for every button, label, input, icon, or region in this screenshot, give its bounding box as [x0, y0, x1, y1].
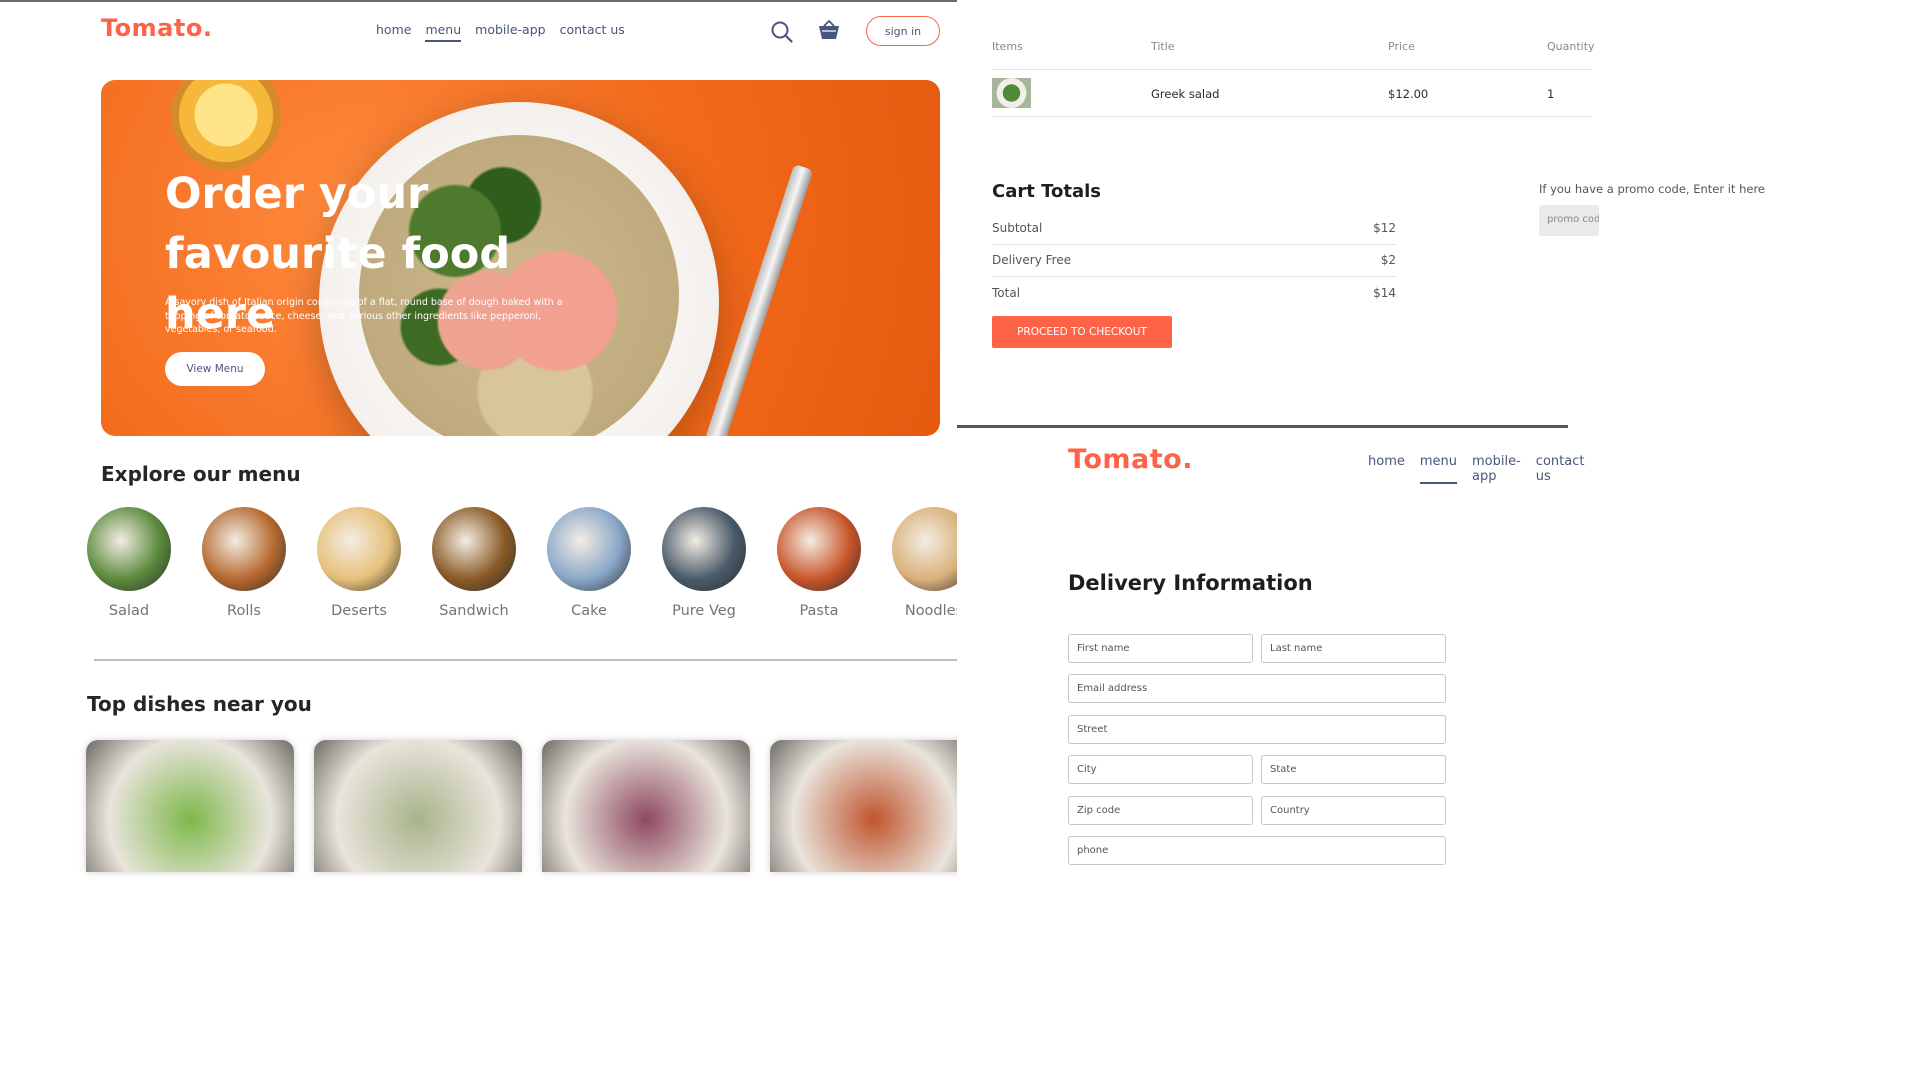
nav-menu[interactable]: menu: [1419, 454, 1457, 484]
col-items: Items: [992, 40, 1023, 53]
menu-category-image: [87, 507, 171, 591]
menu-category-label: Deserts: [331, 603, 387, 619]
fork-image: [704, 164, 814, 436]
menu-category-item[interactable]: Sandwich: [432, 507, 516, 619]
section-divider: [94, 659, 957, 661]
menu-category-label: Pure Veg: [672, 603, 736, 619]
subtotal-row: Subtotal $12: [992, 221, 1396, 235]
phone-field[interactable]: phone: [1068, 836, 1446, 865]
menu-category-item[interactable]: Noodles: [892, 507, 957, 619]
zip-code-field[interactable]: Zip code: [1068, 796, 1253, 825]
nav-menu[interactable]: menu: [425, 22, 462, 42]
menu-category-label: Salad: [108, 603, 150, 619]
menu-category-list: Salad Rolls Deserts Sandwich Cake Pure Veg Pas…: [87, 507, 957, 619]
delivery-fee-row: Delivery Free $2: [992, 253, 1396, 267]
menu-category-image: [317, 507, 401, 591]
cart-divider: [992, 69, 1592, 70]
subtotal-label: Subtotal: [992, 221, 1043, 235]
nav-home[interactable]: home: [1368, 454, 1405, 484]
basket-icon[interactable]: [815, 16, 843, 44]
menu-category-label: Pasta: [799, 603, 839, 619]
state-field[interactable]: State: [1261, 755, 1446, 784]
nav-mobile-app[interactable]: mobile-app: [475, 22, 545, 42]
dish-card-image[interactable]: [314, 740, 522, 872]
totals-divider: [992, 276, 1396, 277]
street-field[interactable]: Street: [1068, 715, 1446, 744]
top-dishes-title: Top dishes near you: [87, 692, 312, 716]
menu-category-item[interactable]: Deserts: [317, 507, 401, 619]
nav-home[interactable]: home: [376, 22, 411, 42]
menu-category-label: Sandwich: [439, 603, 509, 619]
nav-contact-us[interactable]: contact us: [1536, 454, 1585, 484]
menu-category-item[interactable]: Pasta: [777, 507, 861, 619]
lemon-image: [171, 80, 281, 170]
city-field[interactable]: City: [1068, 755, 1253, 784]
cart-page-screenshot: Items Title Price Quantity Greek salad $…: [957, 0, 1765, 425]
proceed-to-checkout-button[interactable]: PROCEED TO CHECKOUT: [992, 316, 1172, 348]
first-name-field[interactable]: First name: [1068, 634, 1253, 663]
country-field[interactable]: Country: [1261, 796, 1446, 825]
search-icon[interactable]: [768, 18, 796, 46]
cart-item-quantity: 1: [1547, 87, 1555, 101]
cart-item-title: Greek salad: [1151, 87, 1220, 101]
menu-category-item[interactable]: Cake: [547, 507, 631, 619]
delivery-fee-label: Delivery Free: [992, 253, 1072, 267]
totals-divider: [992, 244, 1396, 245]
main-nav: home menu mobile-app contact us: [376, 22, 625, 42]
delivery-fee-value: $2: [1380, 253, 1396, 267]
menu-category-image: [547, 507, 631, 591]
menu-category-item[interactable]: Pure Veg: [662, 507, 746, 619]
dish-card-image[interactable]: [770, 740, 957, 872]
menu-category-image: [432, 507, 516, 591]
nav-contact-us[interactable]: contact us: [560, 22, 625, 42]
last-name-field[interactable]: Last name: [1261, 634, 1446, 663]
col-quantity: Quantity: [1547, 40, 1595, 53]
dish-card-image[interactable]: [86, 740, 294, 872]
cart-totals-title: Cart Totals: [992, 181, 1101, 202]
menu-category-image: [662, 507, 746, 591]
delivery-page-screenshot: Tomato. home menu mobile-app contact us …: [957, 425, 1584, 884]
view-menu-button[interactable]: View Menu: [165, 352, 265, 386]
menu-category-item[interactable]: Rolls: [202, 507, 286, 619]
menu-category-label: Cake: [571, 603, 607, 619]
sign-in-button[interactable]: sign in: [866, 16, 940, 46]
menu-category-image: [202, 507, 286, 591]
promo-text: If you have a promo code, Enter it here: [1539, 182, 1766, 196]
total-row: Total $14: [992, 286, 1396, 300]
menu-category-image: [892, 507, 957, 591]
subtotal-value: $12: [1373, 221, 1396, 235]
cart-divider: [992, 116, 1592, 117]
hero-banner: Order your favourite food here A savory d…: [101, 80, 940, 436]
promo-code-input[interactable]: promo code: [1539, 205, 1599, 236]
total-label: Total: [992, 286, 1021, 300]
menu-category-image: [777, 507, 861, 591]
delivery-info-title: Delivery Information: [1068, 571, 1313, 595]
menu-category-label: Rolls: [227, 603, 261, 619]
home-page-screenshot: Tomato. home menu mobile-app contact us …: [0, 0, 957, 884]
col-title: Title: [1151, 40, 1175, 53]
tomato-logo[interactable]: Tomato.: [101, 14, 212, 42]
explore-menu-title: Explore our menu: [101, 462, 301, 486]
tomato-logo[interactable]: Tomato.: [1068, 444, 1193, 475]
menu-category-item[interactable]: Salad: [87, 507, 171, 619]
nav-mobile-app[interactable]: mobile-app: [1472, 454, 1521, 484]
col-price: Price: [1388, 40, 1415, 53]
greek-salad-thumbnail: [992, 78, 1031, 108]
cart-item-price: $12.00: [1388, 87, 1429, 101]
main-nav: home menu mobile-app contact us: [1368, 454, 1584, 484]
hero-description: A savory dish of Italian origin consisti…: [165, 297, 563, 335]
menu-category-label: Noodles: [904, 603, 957, 619]
dish-card-image[interactable]: [542, 740, 750, 872]
dish-list: [86, 740, 957, 872]
total-value: $14: [1373, 286, 1396, 300]
email-field[interactable]: Email address: [1068, 674, 1446, 703]
